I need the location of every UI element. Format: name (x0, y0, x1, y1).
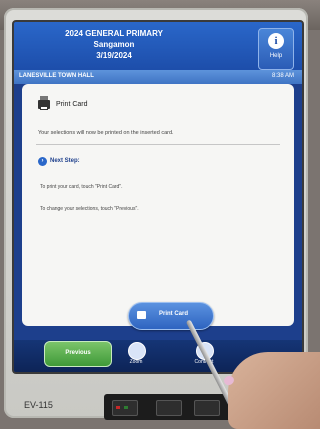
accessibility-port (156, 400, 182, 416)
print-card-button[interactable]: Print Card (128, 302, 214, 330)
previous-button[interactable]: Previous (44, 341, 112, 367)
polling-location: LANESVILLE TOWN HALL (19, 73, 94, 79)
device-model: EV-115 (24, 400, 53, 410)
print-card-label: Print Card (159, 311, 189, 317)
help-button[interactable]: i Help (258, 28, 294, 70)
headphone-port (194, 400, 220, 416)
next-step-icon: › (38, 157, 47, 166)
header: 2024 GENERAL PRIMARY Sangamon 3/19/2024 … (14, 22, 302, 77)
printer-icon (38, 96, 50, 110)
zoom-label: Zoom (129, 359, 143, 365)
clock-time: 8:38 AM (271, 73, 294, 79)
instruction-print: To print your card, touch "Print Card". (40, 184, 123, 190)
zoom-button[interactable] (128, 342, 146, 360)
instruction-change: To change your selections, touch "Previo… (40, 206, 139, 212)
voter-hand (228, 352, 320, 429)
county-name: Sangamon (93, 40, 135, 49)
next-step-title: Next Step: (50, 158, 80, 164)
content-panel: Print Card Your selections will now be p… (22, 84, 294, 326)
status-led-green (124, 406, 128, 409)
election-date: 3/19/2024 (96, 51, 132, 60)
panel-description: Your selections will now be printed on t… (38, 130, 174, 136)
election-title: 2024 GENERAL PRIMARY (65, 29, 163, 38)
divider (36, 144, 280, 145)
help-label: Help (269, 53, 283, 59)
previous-label: Previous (65, 350, 91, 356)
panel-title: Print Card (56, 101, 88, 108)
location-bar: LANESVILLE TOWN HALL 8:38 AM (14, 70, 302, 84)
status-led-red (116, 406, 120, 409)
info-icon: i (268, 33, 284, 49)
printer-icon (137, 311, 146, 319)
contrast-label: Contrast (194, 359, 214, 365)
